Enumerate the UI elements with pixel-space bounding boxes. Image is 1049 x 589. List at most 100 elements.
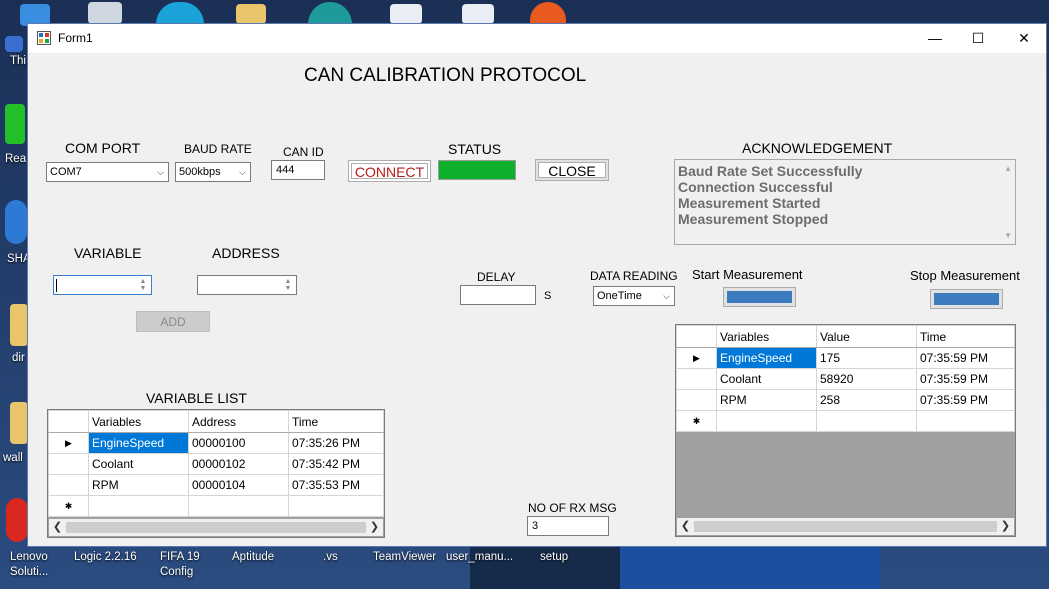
table-cell[interactable]: 00000104 [188,474,289,496]
scrollbar-thumb[interactable] [694,521,997,532]
scroll-up-icon[interactable]: ▲ [1004,164,1012,173]
spinner-arrows-icon[interactable]: ▲ ▼ [137,278,149,292]
table-cell[interactable] [916,410,1015,432]
rx-msg-input[interactable]: 3 [527,516,609,536]
table-cell[interactable]: 07:35:42 PM [288,453,384,475]
chevron-down-icon: ⌵ [663,291,670,301]
scroll-right-icon[interactable]: ❯ [997,518,1014,535]
table-cell[interactable]: EngineSpeed [716,347,817,369]
folder-icon[interactable] [10,304,28,346]
table-cell[interactable]: 07:35:59 PM [916,368,1015,390]
data-reading-label: DATA READING [590,269,678,283]
desktop-app-icon[interactable] [5,200,27,244]
table-cell[interactable]: 07:35:59 PM [916,347,1015,369]
desktop-label[interactable]: user_manu... [446,550,513,565]
connect-button[interactable]: CONNECT [348,160,431,182]
delay-input[interactable] [460,285,536,305]
column-header[interactable]: Variables [716,325,817,348]
new-row[interactable]: ✱ [676,410,1015,432]
desktop-label[interactable]: Logic 2.2.16 [74,550,137,565]
acknowledgement-list[interactable]: Baud Rate Set Successfully Connection Su… [674,159,1016,245]
maximize-button[interactable]: ☐ [955,24,1001,53]
table-cell[interactable]: RPM [716,389,817,411]
browser-icon[interactable] [156,2,204,24]
add-button[interactable]: ADD [136,311,210,332]
table-row[interactable]: Coolant 00000102 07:35:42 PM [48,453,384,475]
table-row[interactable]: ▶ EngineSpeed 175 07:35:59 PM [676,347,1015,369]
desktop-app-icon[interactable] [5,36,23,52]
wallpaper-graphic [620,547,880,589]
column-header[interactable]: Variables [88,410,189,433]
table-cell[interactable]: Coolant [716,368,817,390]
variable-input[interactable]: ▲ ▼ [53,275,152,295]
acknowledgement-label: ACKNOWLEDGEMENT [742,140,893,156]
address-input[interactable]: ▲ ▼ [197,275,297,295]
app-red-icon[interactable] [6,498,28,542]
column-header[interactable]: Time [288,410,384,433]
table-cell[interactable]: 175 [816,347,917,369]
scroll-right-icon[interactable]: ❯ [366,519,383,536]
document-icon[interactable] [462,4,494,24]
stop-measurement-button[interactable] [930,289,1003,309]
column-header[interactable]: Time [916,325,1015,348]
table-row[interactable]: RPM 258 07:35:59 PM [676,389,1015,411]
desktop-label[interactable]: .vs [323,550,338,565]
new-row[interactable]: ✱ [48,495,384,517]
table-row[interactable]: ▶ EngineSpeed 00000100 07:35:26 PM [48,432,384,454]
start-measurement-button[interactable] [723,287,796,307]
arduino-icon[interactable] [308,2,352,24]
table-cell[interactable]: 258 [816,389,917,411]
close-button[interactable]: CLOSE [535,159,609,181]
form-window: Form1 — ☐ ✕ CAN CALIBRATION PROTOCOL COM… [27,23,1047,547]
desktop-app-icon[interactable] [5,104,25,144]
folder-user-icon[interactable] [236,4,266,24]
title-bar[interactable]: Form1 — ☐ ✕ [28,24,1046,53]
scroll-left-icon[interactable]: ❮ [49,519,66,536]
table-cell[interactable] [816,410,917,432]
table-cell[interactable] [188,495,289,517]
variable-list-grid[interactable]: Variables Address Time ▶ EngineSpeed 000… [47,409,385,538]
table-cell[interactable] [88,495,189,517]
desktop-label[interactable]: FIFA 19 Config [160,550,210,580]
table-row[interactable]: RPM 00000104 07:35:53 PM [48,474,384,496]
desktop-label[interactable]: Lenovo Soluti... [10,550,60,580]
desktop-label[interactable]: Aptitude [232,550,274,565]
table-row[interactable]: Coolant 58920 07:35:59 PM [676,368,1015,390]
horizontal-scrollbar[interactable]: ❮ ❯ [49,519,383,536]
document-icon[interactable] [390,4,422,24]
table-cell[interactable]: 00000102 [188,453,289,475]
table-cell[interactable]: EngineSpeed [88,432,189,454]
column-header[interactable]: Address [188,410,289,433]
desktop-label: dir [12,352,25,364]
can-id-input[interactable]: 444 [271,160,325,180]
table-cell[interactable]: 00000100 [188,432,289,454]
table-cell[interactable]: Coolant [88,453,189,475]
close-window-button[interactable]: ✕ [1001,24,1047,53]
table-cell[interactable]: 07:35:26 PM [288,432,384,454]
table-cell[interactable] [288,495,384,517]
app-orange-icon[interactable] [530,2,566,24]
close-label: CLOSE [548,163,596,179]
recycle-bin-icon[interactable] [88,2,122,24]
data-reading-select[interactable]: OneTime ⌵ [593,286,675,306]
scrollbar-thumb[interactable] [66,522,366,533]
folder-icon[interactable] [10,402,28,444]
table-cell[interactable]: 58920 [816,368,917,390]
com-port-select[interactable]: COM7 ⌵ [46,162,169,182]
table-cell[interactable]: RPM [88,474,189,496]
table-cell[interactable]: 07:35:59 PM [916,389,1015,411]
baud-rate-value: 500kbps [179,166,221,178]
scroll-down-icon[interactable]: ▼ [1004,231,1012,240]
minimize-button[interactable]: — [912,24,958,53]
horizontal-scrollbar[interactable]: ❮ ❯ [677,518,1014,535]
column-header[interactable]: Value [816,325,917,348]
table-cell[interactable]: 07:35:53 PM [288,474,384,496]
spinner-arrows-icon[interactable]: ▲ ▼ [282,278,294,292]
table-cell[interactable] [716,410,817,432]
measurement-grid[interactable]: Variables Value Time ▶ EngineSpeed 175 0… [675,324,1016,537]
page-title: CAN CALIBRATION PROTOCOL [304,65,587,86]
scroll-left-icon[interactable]: ❮ [677,518,694,535]
desktop-label[interactable]: TeamViewer [373,550,436,565]
baud-rate-select[interactable]: 500kbps ⌵ [175,162,251,182]
desktop-label[interactable]: setup [540,550,568,565]
